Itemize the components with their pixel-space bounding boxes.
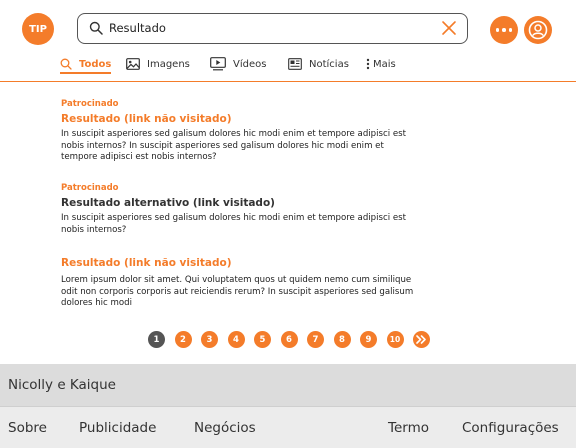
- result-description: In suscipit asperiores sed galisum dolor…: [61, 213, 406, 235]
- next-page-button[interactable]: [413, 331, 430, 348]
- tab-noticias[interactable]: Notícias: [288, 54, 349, 74]
- footer-link-termo[interactable]: Termo: [388, 420, 429, 436]
- page-button[interactable]: 6: [280, 331, 298, 348]
- tab-label: Mais: [373, 58, 396, 70]
- tab-videos[interactable]: Vídeos: [210, 54, 266, 74]
- page-button[interactable]: 9: [360, 331, 377, 348]
- footer-link-configuracoes[interactable]: Configurações: [462, 420, 559, 436]
- search-icon: [89, 21, 103, 35]
- double-chevron-right-icon: [416, 335, 426, 344]
- active-tab-indicator: [60, 72, 111, 74]
- footer-link-sobre[interactable]: Sobre: [8, 420, 47, 436]
- video-icon: [210, 57, 226, 71]
- result-item: Patrocinado Resultado alternativo (link …: [61, 183, 421, 236]
- dot-icon: [502, 28, 506, 32]
- image-icon: [126, 58, 140, 70]
- tab-imagens[interactable]: Imagens: [126, 54, 190, 74]
- sponsored-label: Patrocinado: [61, 99, 119, 109]
- sponsored-label: Patrocinado: [61, 183, 119, 193]
- footer-region-bar: Nicolly e Kaique: [0, 364, 576, 406]
- page-button[interactable]: 2: [174, 331, 192, 348]
- search-icon: [60, 58, 72, 70]
- page-button-current[interactable]: 1: [148, 331, 165, 348]
- page-button[interactable]: 10: [386, 331, 404, 348]
- result-description: In suscipit asperiores sed galisum dolor…: [61, 129, 406, 162]
- footer-region-text: Nicolly e Kaique: [8, 377, 116, 393]
- search-box[interactable]: Resultado: [77, 13, 468, 44]
- page-button[interactable]: 8: [333, 331, 351, 348]
- tab-label: Vídeos: [233, 58, 267, 70]
- user-icon: [528, 20, 548, 40]
- logo[interactable]: TIP: [22, 13, 54, 45]
- close-icon[interactable]: [441, 20, 457, 36]
- page-button[interactable]: 7: [307, 331, 324, 348]
- result-item: Patrocinado Resultado (link não visitado…: [61, 99, 421, 164]
- result-item: Resultado (link não visitado) Lorem ipsu…: [61, 257, 421, 310]
- kebab-icon: [366, 58, 370, 70]
- tab-label: Todos: [79, 58, 112, 70]
- account-button[interactable]: [524, 16, 552, 44]
- footer-link-negocios[interactable]: Negócios: [194, 420, 256, 436]
- tab-label: Imagens: [147, 58, 190, 70]
- result-description: Lorem ipsum dolor sit amet. Qui voluptat…: [61, 275, 414, 308]
- tab-mais[interactable]: Mais: [366, 54, 396, 74]
- dot-icon: [508, 28, 513, 32]
- footer-link-publicidade[interactable]: Publicidade: [79, 420, 156, 436]
- result-title-link[interactable]: Resultado alternativo (link visitado): [61, 197, 421, 209]
- footer-links-bar: Sobre Publicidade Negócios Termo Configu…: [0, 406, 576, 448]
- tab-todos[interactable]: Todos: [60, 54, 111, 74]
- page-button[interactable]: 3: [201, 331, 218, 348]
- more-options-button[interactable]: [490, 16, 518, 44]
- page-button[interactable]: 4: [227, 331, 245, 348]
- tab-label: Notícias: [309, 58, 349, 70]
- search-input[interactable]: Resultado: [109, 21, 166, 35]
- dot-icon: [495, 28, 500, 32]
- result-title-link[interactable]: Resultado (link não visitado): [61, 257, 421, 269]
- page-button[interactable]: 5: [254, 331, 271, 348]
- result-title-link[interactable]: Resultado (link não visitado): [61, 113, 421, 125]
- news-icon: [288, 58, 302, 70]
- header: TIP Resultado Todos Imagens Vídeos Notíc…: [0, 0, 576, 82]
